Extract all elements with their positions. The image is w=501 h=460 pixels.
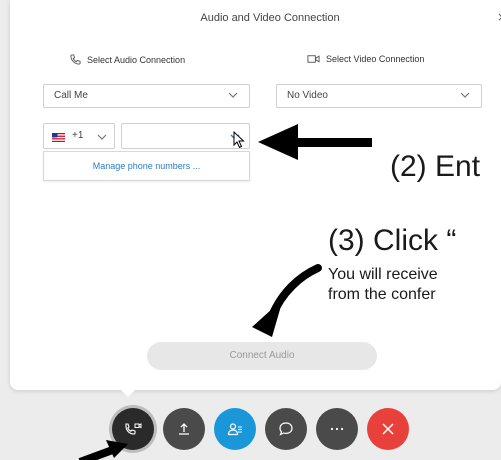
country-code-value: +1 [72,130,84,141]
participants-button[interactable] [214,408,256,450]
audio-connection-value: Call Me [54,90,88,101]
chevron-down-icon [460,92,470,98]
chat-bubble-icon [279,422,293,436]
video-section-label-text: Select Video Connection [326,54,425,64]
more-button[interactable] [316,408,358,450]
audio-video-dialog: Audio and Video Connection × Select Audi… [10,0,501,390]
ellipsis-icon [330,427,344,431]
video-section-label: Select Video Connection [307,54,424,64]
close-icon [382,423,394,435]
dialog-pointer [118,387,138,397]
annotation-step3-line1: You will receive [328,266,438,283]
audio-section-label: Select Audio Connection [70,54,185,65]
phone-icon [70,54,81,65]
chat-button[interactable] [265,408,307,450]
country-code-select[interactable]: +1 [43,123,115,149]
us-flag-icon [52,133,65,142]
audio-connection-select[interactable]: Call Me [43,84,250,108]
connect-audio-button[interactable]: Connect Audio [147,342,377,370]
connect-audio-label: Connect Audio [229,350,295,361]
camera-icon [307,55,320,63]
chevron-down-icon [97,134,107,140]
annotation-step3: (3) Click “ [328,224,457,257]
phone-number-dropdown: Manage phone numbers ... [43,151,250,181]
video-connection-select[interactable]: No Video [276,84,482,108]
share-button[interactable] [163,408,205,450]
dialog-title: Audio and Video Connection [200,12,340,24]
chevron-down-icon [228,92,238,98]
leave-button[interactable] [367,408,409,450]
phone-number-row: +1 [43,123,250,149]
annotation-step3-line2: from the confer [328,286,436,303]
participants-icon [227,423,242,436]
phone-video-icon [125,423,142,435]
manage-phone-numbers-link[interactable]: Manage phone numbers ... [44,161,249,171]
mouse-cursor-icon [233,131,245,149]
annotation-step2: (2) Ent [390,150,481,183]
close-icon[interactable]: × [497,10,501,24]
audio-connect-button[interactable] [112,408,154,450]
audio-section-label-text: Select Audio Connection [87,54,186,65]
video-connection-value: No Video [287,90,328,101]
meeting-toolbar [110,408,410,452]
upload-icon [179,423,189,435]
